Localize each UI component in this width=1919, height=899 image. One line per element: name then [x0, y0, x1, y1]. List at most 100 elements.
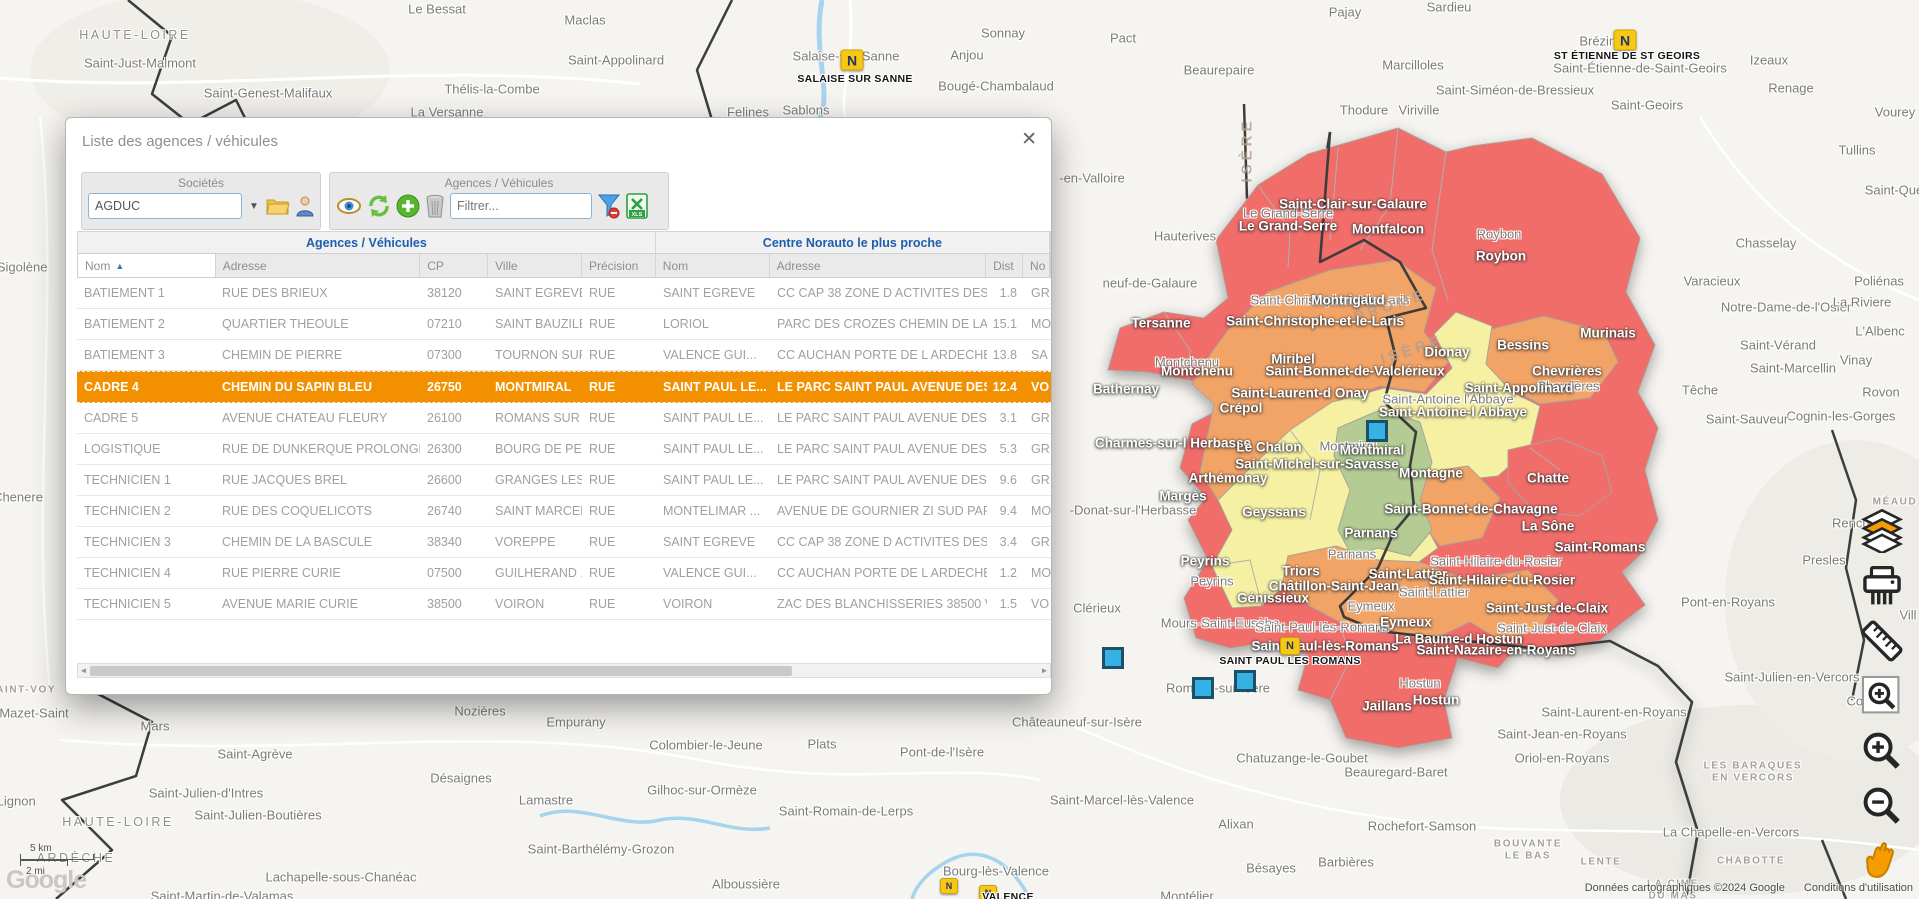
- map-place-label: LES BARAQUES: [1704, 761, 1803, 772]
- map-place-label: Chatuzange-le-Goubet: [1236, 751, 1368, 766]
- delete-trash-icon[interactable]: [425, 194, 445, 218]
- cell-nom: TECHNICIEN 4: [77, 558, 215, 588]
- cell-precision: RUE: [582, 527, 656, 557]
- chevron-down-icon[interactable]: ▼: [247, 199, 261, 214]
- measure-ruler-icon[interactable]: [1859, 618, 1905, 664]
- table-row[interactable]: BATIEMENT 1RUE DES BRIEUX38120SAINT EGRE…: [77, 278, 1051, 309]
- map-place-label: La Chapelle-en-Vercors: [1663, 825, 1800, 840]
- map-place-label: Alboussière: [712, 877, 780, 892]
- vehicle-square-marker[interactable]: [1102, 647, 1124, 669]
- cell-nom: TECHNICIEN 2: [77, 496, 215, 526]
- table-row[interactable]: LOGISTIQUERUE DE DUNKERQUE PROLONGEE2630…: [77, 434, 1051, 465]
- column-header[interactable]: Nom: [656, 254, 770, 277]
- column-header[interactable]: Ville: [488, 254, 582, 277]
- column-header[interactable]: Nom▲: [78, 254, 216, 277]
- cell-extra: GR: [1024, 278, 1051, 308]
- scroll-left-arrow-icon[interactable]: ◄: [78, 666, 89, 675]
- cell-ville: GUILHERAND ...: [488, 558, 582, 588]
- map-place-label: Saint-Just-Malmont: [84, 56, 196, 71]
- column-header[interactable]: CP: [420, 254, 488, 277]
- zone-label: Charmes-sur-l Herbasse: [1095, 436, 1251, 451]
- societe-select[interactable]: [88, 193, 242, 219]
- zone-label: Saint-Laurent-d Onay: [1231, 386, 1368, 401]
- user-icon[interactable]: [295, 195, 315, 217]
- map-place-label: Pont-en-Royans: [1681, 595, 1775, 610]
- norauto-center-marker[interactable]: N: [1280, 637, 1300, 655]
- map-place-label: Hauterives: [1154, 229, 1216, 244]
- map-place-label: Clérieux: [1073, 601, 1121, 616]
- table-row[interactable]: TECHNICIEN 3CHEMIN DE LA BASCULE38340VOR…: [77, 527, 1051, 558]
- vehicle-square-marker[interactable]: [1192, 677, 1214, 699]
- norauto-center-marker[interactable]: N: [1614, 30, 1637, 51]
- column-header[interactable]: Adresse: [770, 254, 987, 277]
- cell-adresse: RUE DES COQUELICOTS: [215, 496, 420, 526]
- cell-extra: VO: [1024, 589, 1051, 619]
- scrollbar-thumb[interactable]: [90, 666, 792, 676]
- pan-hand-icon[interactable]: [1859, 838, 1905, 884]
- zone-label: Montchenu: [1161, 364, 1233, 379]
- cell-ville: TOURNON SUR...: [488, 340, 582, 370]
- zone-label: Saint-Paul-lès-Romans: [1251, 639, 1398, 654]
- map-place-label: Rovon: [1862, 385, 1900, 400]
- zone-label: Murinais: [1580, 326, 1636, 341]
- table-row[interactable]: TECHNICIEN 5AVENUE MARIE CURIE38500VOIRO…: [77, 589, 1051, 620]
- filter-input[interactable]: [450, 193, 592, 219]
- print-icon[interactable]: [1859, 563, 1905, 609]
- map-place-label: Saint-Julien-d'Intres: [149, 786, 263, 801]
- map-place-label: neuf-de-Galaure: [1103, 276, 1198, 291]
- map-place-label: Saint-Siméon-de-Bressieux: [1436, 83, 1594, 98]
- show-eye-icon[interactable]: [336, 197, 362, 215]
- map-place-label: Barbières: [1318, 855, 1374, 870]
- cell-precision: RUE: [582, 278, 656, 308]
- map-place-label: Montélier: [1160, 889, 1213, 899]
- zone-label: Tersanne: [1131, 316, 1190, 331]
- scroll-right-arrow-icon[interactable]: ►: [1039, 666, 1050, 675]
- map-place-label: Alixan: [1218, 817, 1253, 832]
- scale-km-label: 5 km: [30, 843, 94, 854]
- cell-cp: 26740: [420, 496, 488, 526]
- add-icon[interactable]: [396, 194, 420, 218]
- export-excel-icon[interactable]: XLS: [626, 193, 648, 219]
- table-row[interactable]: TECHNICIEN 1RUE JACQUES BREL26600GRANGES…: [77, 465, 1051, 496]
- vehicle-square-marker[interactable]: [1234, 670, 1256, 692]
- table-row[interactable]: TECHNICIEN 4RUE PIERRE CURIE07500GUILHER…: [77, 558, 1051, 589]
- zoom-in-icon[interactable]: [1859, 728, 1905, 774]
- close-icon[interactable]: ✕: [1021, 128, 1037, 151]
- attribution-terms[interactable]: Conditions d'utilisation: [1804, 882, 1913, 894]
- column-header[interactable]: No: [1023, 254, 1050, 277]
- norauto-center-label: VALENCE: [982, 891, 1034, 899]
- map-place-label: Saint-Étienne-de-Saint-Geoirs: [1553, 61, 1726, 76]
- filter-funnel-icon[interactable]: [597, 193, 621, 219]
- table-row[interactable]: BATIEMENT 2QUARTIER THEOULE07210SAINT BA…: [77, 309, 1051, 340]
- cell-dist: 9.6: [987, 465, 1024, 495]
- column-header[interactable]: Précision: [582, 254, 656, 277]
- table-row[interactable]: BATIEMENT 3CHEMIN DE PIERRE07300TOURNON …: [77, 340, 1051, 371]
- map-place-label: -Donat-sur-l'Herbasse: [1070, 503, 1197, 518]
- refresh-icon[interactable]: [367, 194, 391, 218]
- table-row[interactable]: CADRE 4CHEMIN DU SAPIN BLEU26750MONTMIRA…: [77, 371, 1051, 403]
- cell-norauto_nom: SAINT EGREVE: [656, 278, 770, 308]
- map-place-label: HAUTE-LOIRE: [79, 28, 191, 42]
- open-folder-icon[interactable]: [266, 196, 290, 216]
- cell-norauto_adresse: LE PARC SAINT PAUL AVENUE DES PINS...: [770, 465, 987, 495]
- google-logo: Google: [6, 866, 86, 895]
- norauto-center-marker[interactable]: N: [940, 878, 958, 894]
- cell-extra: GR: [1024, 403, 1051, 433]
- horizontal-scrollbar[interactable]: ◄ ►: [77, 663, 1051, 678]
- map-toolbar: [1853, 508, 1911, 884]
- column-header[interactable]: Adresse: [216, 254, 421, 277]
- zone-label: Génissieux: [1237, 591, 1309, 606]
- layers-icon[interactable]: [1859, 508, 1905, 554]
- zoom-area-icon[interactable]: [1859, 673, 1905, 719]
- map-place-label: Saint-Sauveur: [1706, 412, 1788, 427]
- cell-precision: RUE: [582, 558, 656, 588]
- zone-label: Montfalcon: [1352, 222, 1424, 237]
- cell-norauto_nom: SAINT PAUL LE...: [656, 403, 770, 433]
- norauto-center-marker[interactable]: N: [841, 50, 864, 71]
- zoom-out-icon[interactable]: [1859, 783, 1905, 829]
- column-header[interactable]: Dist: [986, 254, 1023, 277]
- cell-cp: 38500: [420, 589, 488, 619]
- vehicle-square-marker[interactable]: [1366, 420, 1388, 442]
- table-row[interactable]: CADRE 5AVENUE CHATEAU FLEURY26100ROMANS …: [77, 403, 1051, 434]
- table-row[interactable]: TECHNICIEN 2RUE DES COQUELICOTS26740SAIN…: [77, 496, 1051, 527]
